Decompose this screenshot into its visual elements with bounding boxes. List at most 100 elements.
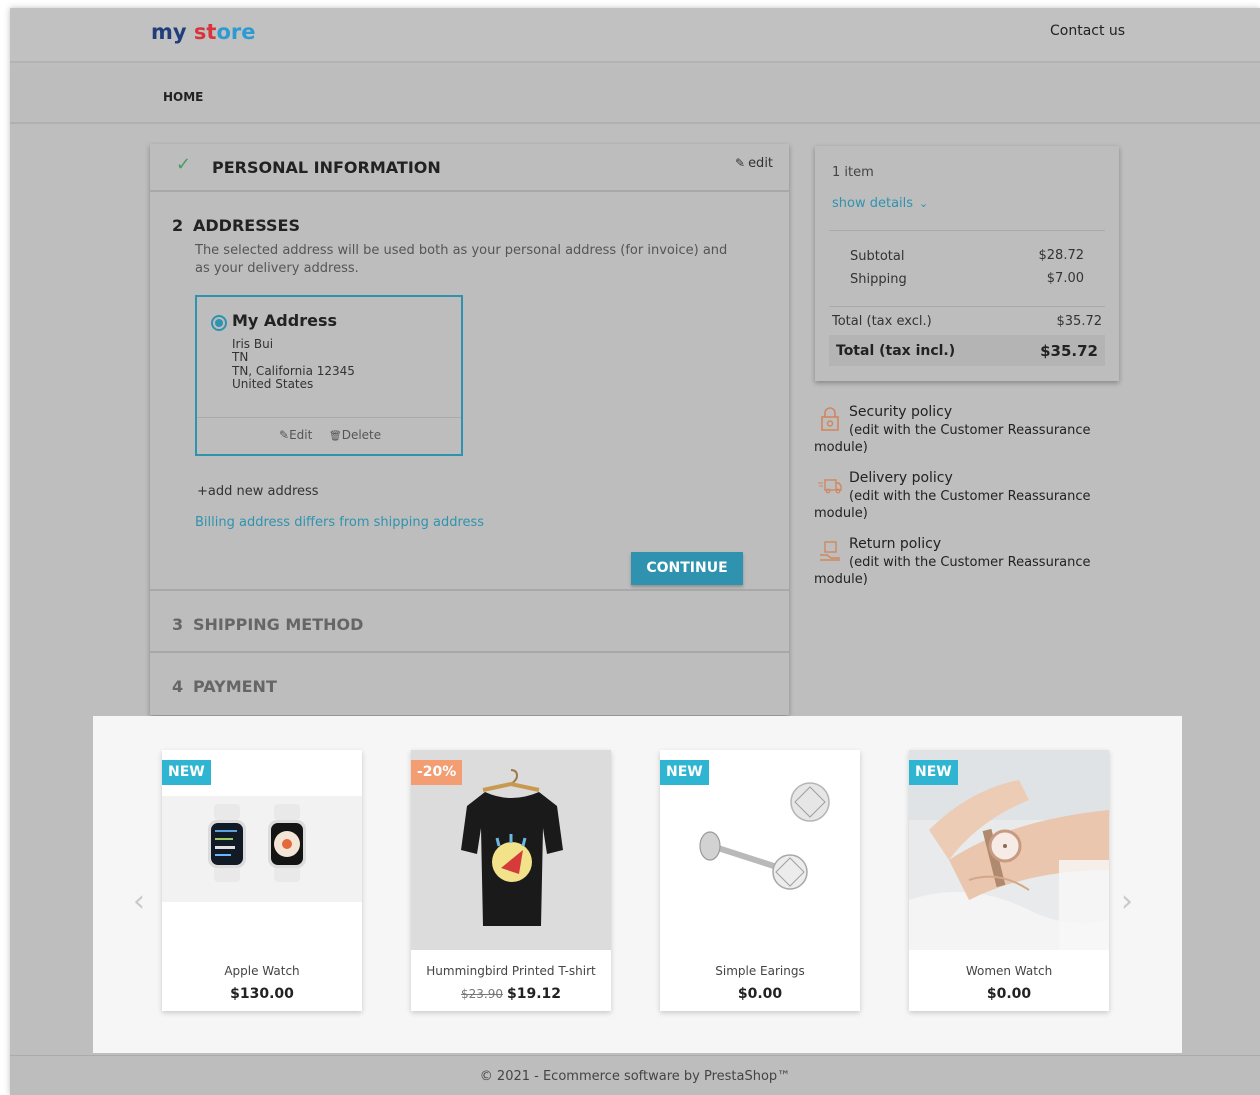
footer-copyright: © 2021 - Ecommerce software by PrestaSho… — [479, 1069, 791, 1084]
store-logo[interactable]: my store — [151, 20, 255, 44]
contact-us-link[interactable]: Contact us — [1050, 23, 1125, 39]
reassurance-title: Security policy — [849, 404, 953, 420]
product-price: $23.90 $19.12 — [411, 986, 611, 1002]
addresses-description: The selected address will be used both a… — [195, 243, 728, 276]
product-flag: NEW — [909, 760, 958, 785]
reassurance-title: Return policy — [849, 536, 942, 552]
step-title: ADDRESSES — [193, 216, 300, 235]
reassurance-return: Return policy (edit with the Customer Re… — [814, 536, 1094, 591]
add-new-address-link[interactable]: +add new address — [197, 484, 319, 499]
chevron-down-icon: ⌄ — [919, 197, 929, 210]
product-name[interactable]: Hummingbird Printed T-shirt — [411, 964, 611, 978]
address-radio[interactable] — [211, 315, 227, 331]
reassurance-subtitle: (edit with the Customer Reassurance — [849, 489, 1091, 504]
total-incl-row: Total (tax incl.) $35.72 — [829, 335, 1105, 366]
old-price: $23.90 — [460, 987, 503, 1001]
header: my store Contact us — [10, 8, 1260, 63]
step-title: SHIPPING METHOD — [193, 615, 364, 634]
address-alias: My Address — [232, 311, 337, 330]
pencil-icon: ✎ — [279, 428, 290, 442]
step-payment[interactable]: 4 PAYMENT — [150, 655, 789, 715]
subtotal-value: $28.72 — [1038, 248, 1085, 263]
step-title: PAYMENT — [193, 677, 277, 696]
reassurance-subtitle-cont: module) — [814, 572, 868, 587]
divider — [197, 417, 461, 418]
product-flag: -20% — [411, 760, 463, 785]
product-name[interactable]: Simple Earings — [660, 964, 860, 978]
divider — [829, 230, 1105, 231]
reassurance-subtitle-cont: module) — [814, 506, 868, 521]
breadcrumb-home-link[interactable]: HOME — [163, 90, 203, 104]
product-name[interactable]: Women Watch — [909, 964, 1109, 978]
divider — [829, 306, 1105, 307]
reassurance-title: Delivery policy — [849, 470, 953, 486]
product-card[interactable]: NEW Apple Watch $130.00 — [162, 750, 362, 1011]
footer: © 2021 - Ecommerce software by PrestaSho… — [10, 1055, 1260, 1095]
step-title: PERSONAL INFORMATION — [212, 158, 441, 177]
pencil-icon: ✎ — [735, 156, 746, 170]
checkmark-icon: ✓ — [176, 154, 192, 175]
total-incl-label: Total (tax incl.) — [836, 343, 956, 359]
lock-icon — [821, 407, 839, 431]
step-number: 3 — [172, 615, 184, 634]
total-incl-value: $35.72 — [1040, 342, 1098, 360]
shipping-label: Shipping — [850, 272, 907, 287]
trash-icon: 🗑 — [329, 431, 342, 442]
continue-button[interactable]: CONTINUE — [631, 552, 743, 585]
page: my store Contact us HOME ✓ PERSONAL INFO… — [10, 8, 1260, 1095]
total-excl-value: $35.72 — [1056, 314, 1103, 329]
address-card[interactable]: My Address Iris Bui TN TN, California 12… — [195, 295, 463, 456]
step-personal-information[interactable]: ✓ PERSONAL INFORMATION ✎ edit — [150, 144, 789, 192]
logo-text-part: st — [186, 20, 217, 44]
product-price: $130.00 — [162, 986, 362, 1002]
delete-label: Delete — [341, 428, 382, 442]
product-flag: NEW — [660, 760, 709, 785]
checkout-steps: ✓ PERSONAL INFORMATION ✎ edit 2 ADDRESSES… — [150, 144, 789, 715]
show-details-toggle[interactable]: show details ⌄ — [832, 196, 928, 211]
step-number: 4 — [172, 677, 184, 696]
price-value: $0.00 — [737, 986, 783, 1002]
shipping-value: $7.00 — [1046, 271, 1084, 286]
product-flag: NEW — [162, 760, 211, 785]
product-price: $0.00 — [660, 986, 860, 1002]
delete-address-button[interactable]: 🗑Delete — [329, 428, 381, 442]
address-line: United States — [232, 377, 314, 391]
product-name[interactable]: Apple Watch — [162, 964, 362, 978]
step-number: 2 — [172, 216, 184, 235]
edit-address-button[interactable]: ✎Edit — [279, 428, 312, 442]
edit-personal-info-link[interactable]: ✎ edit — [735, 156, 773, 171]
reassurance-subtitle: (edit with the Customer Reassurance — [849, 555, 1091, 570]
price-value: $130.00 — [230, 986, 294, 1002]
edit-label: Edit — [289, 428, 313, 442]
subtotal-label: Subtotal — [850, 249, 905, 264]
address-line: TN — [232, 350, 249, 364]
add-new-address-label: add new address — [207, 484, 319, 499]
billing-address-differs-link[interactable]: Billing address differs from shipping ad… — [195, 515, 484, 530]
truck-icon — [818, 479, 842, 494]
plus-icon: + — [197, 484, 208, 499]
breadcrumb: HOME — [10, 66, 1260, 124]
chevron-right-icon[interactable]: › — [1121, 884, 1133, 919]
logo-text-part: my — [151, 20, 187, 44]
edit-label: edit — [748, 156, 774, 171]
price-value: $19.12 — [506, 986, 562, 1002]
step-addresses: 2 ADDRESSES The selected address will be… — [150, 194, 789, 591]
reassurance-subtitle-cont: module) — [814, 440, 868, 455]
total-excl-label: Total (tax excl.) — [832, 314, 932, 329]
cart-item-count: 1 item — [832, 165, 874, 180]
price-value: $0.00 — [986, 986, 1032, 1002]
reassurance-security: Security policy (edit with the Customer … — [814, 404, 1094, 459]
reassurance-subtitle: (edit with the Customer Reassurance — [849, 423, 1091, 438]
reassurance-delivery: Delivery policy (edit with the Customer … — [814, 470, 1094, 525]
logo-text-part: ore — [216, 20, 256, 44]
product-price: $0.00 — [909, 986, 1109, 1002]
show-details-label: show details — [832, 196, 914, 211]
product-card[interactable]: -20% Hummingbird Printed T-shirt $23.90 $… — [411, 750, 611, 1011]
product-carousel: ‹ › NEW Apple Watch $130.00 -20% Humming… — [93, 716, 1182, 1053]
return-box-icon — [820, 541, 840, 561]
product-card[interactable]: NEW Simple Earings $0.00 — [660, 750, 860, 1011]
step-shipping-method[interactable]: 3 SHIPPING METHOD — [150, 593, 789, 653]
chevron-left-icon[interactable]: ‹ — [133, 884, 145, 919]
cart-summary: 1 item show details ⌄ Subtotal $28.72 Shi… — [815, 146, 1119, 381]
product-card[interactable]: NEW Women Watch $0.00 — [909, 750, 1109, 1011]
